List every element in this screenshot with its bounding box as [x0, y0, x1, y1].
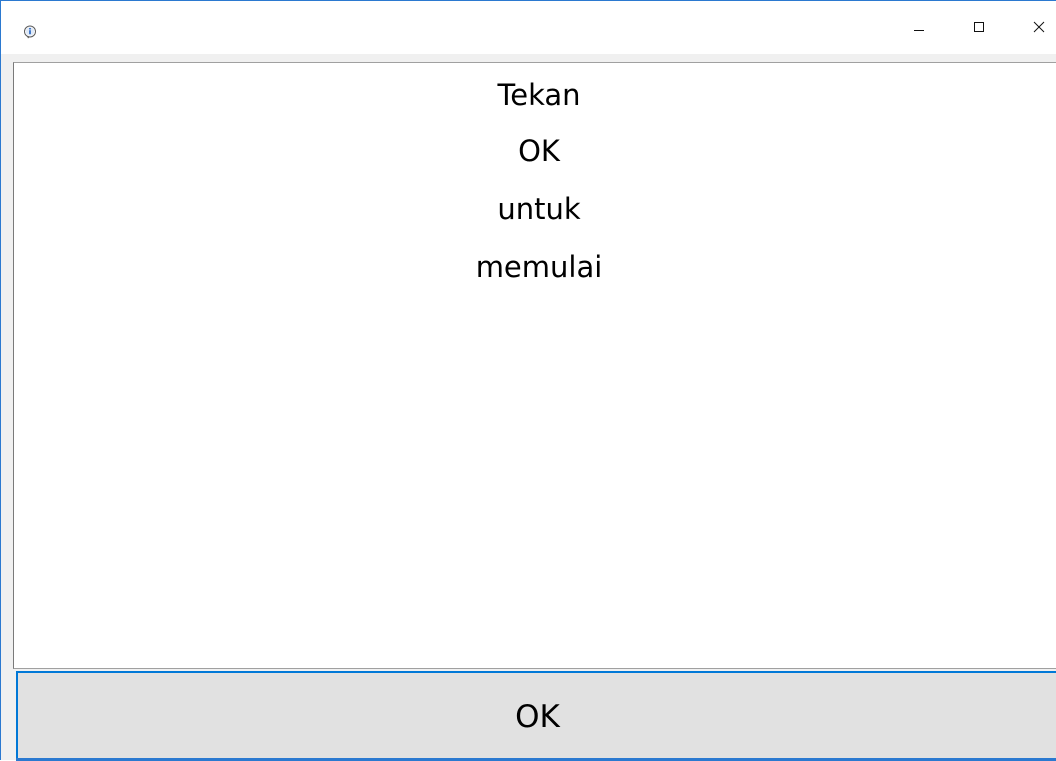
minimize-icon: [913, 18, 925, 37]
maximize-icon: [973, 18, 985, 37]
maximize-button[interactable]: [956, 1, 1002, 54]
ok-button[interactable]: OK: [16, 671, 1056, 761]
message-line-3: untuk: [497, 192, 581, 226]
close-button[interactable]: [1016, 1, 1056, 54]
dialog-window: Tekan OK untuk memulai OK: [0, 0, 1056, 761]
minimize-button[interactable]: [896, 1, 942, 54]
ok-button-label: OK: [515, 699, 560, 735]
title-bar[interactable]: [1, 1, 1056, 54]
message-line-2: OK: [518, 134, 560, 168]
close-icon: [1033, 18, 1045, 37]
info-icon: [23, 24, 37, 39]
title-separator: [1, 54, 1056, 62]
message-line-4: memulai: [475, 250, 603, 284]
message-line-1: Tekan: [497, 78, 581, 112]
